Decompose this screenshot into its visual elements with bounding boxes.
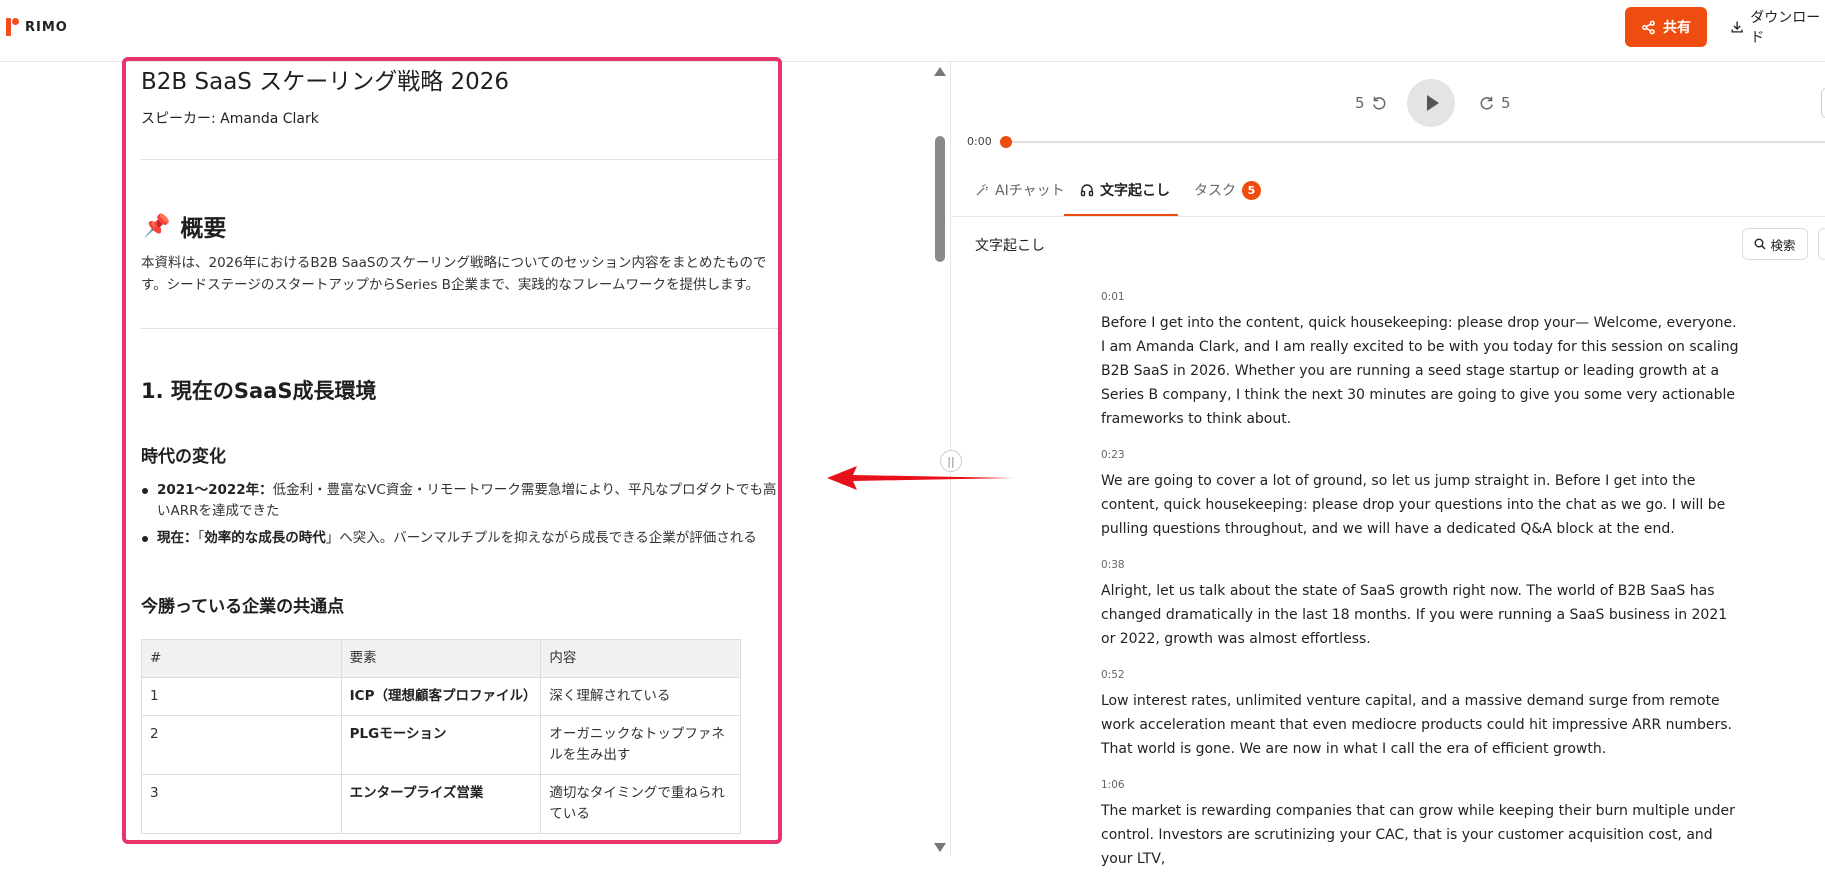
- segment-text: Low interest rates, unlimited venture ca…: [1101, 693, 1733, 757]
- section1-heading: 1. 現在のSaaS成長環境: [141, 379, 377, 403]
- segment-text: We are going to cover a lot of ground, s…: [1101, 473, 1726, 537]
- divider-line: [141, 328, 781, 329]
- segment-text: The market is rewarding companies that c…: [1101, 803, 1735, 867]
- current-time: 0:00: [967, 135, 992, 148]
- active-tab-indicator: [1064, 214, 1178, 216]
- progress-knob[interactable]: [1000, 136, 1012, 148]
- scrollbar-thumb[interactable]: [935, 136, 945, 262]
- search-icon: [1754, 238, 1766, 250]
- audio-player: 5 5 0:00: [951, 62, 1825, 162]
- transcript-segment[interactable]: 1:06 The market is rewarding companies t…: [1101, 777, 1741, 871]
- share-button[interactable]: 共有: [1625, 7, 1707, 47]
- table-cell: 1: [141, 677, 342, 716]
- bullet-label: 2021〜2022年：: [157, 482, 273, 498]
- tab-transcript[interactable]: 文字起こし: [1080, 164, 1170, 216]
- search-label: 検索: [1770, 237, 1796, 253]
- table-header-cell: 要素: [340, 639, 542, 678]
- table-row: 3 エンタープライズ営業 適切なタイミングで重ねられている: [141, 774, 741, 834]
- segment-timestamp[interactable]: 0:38: [1101, 557, 1741, 579]
- table-cell: 2: [141, 715, 342, 775]
- download-button[interactable]: ダウンロード: [1730, 10, 1825, 46]
- bullet-item: 現在：「効率的な成長の時代」へ突入。バーンマルチプルを抑えながら成長できる企業が…: [141, 528, 781, 549]
- logo-text: RIMO: [25, 19, 68, 35]
- logo-icon: [6, 18, 20, 36]
- transcript-segment[interactable]: 0:38 Alright, let us talk about the stat…: [1101, 557, 1741, 651]
- tab-ai-chat[interactable]: AIチャット: [975, 164, 1065, 216]
- document-speaker: スピーカー: Amanda Clark: [141, 111, 319, 127]
- transcript-segment[interactable]: 0:52 Low interest rates, unlimited ventu…: [1101, 667, 1741, 761]
- bullet-text: 」へ突入。バーンマルチプルを抑えながら成長できる企業が評価される: [325, 530, 757, 546]
- skip-back-button[interactable]: 5: [1355, 94, 1387, 112]
- transcript-list: 0:01 Before I get into the content, quic…: [1101, 289, 1741, 887]
- share-icon: [1642, 20, 1655, 34]
- skip-back-seconds: 5: [1355, 94, 1365, 112]
- divider-line: [141, 159, 781, 160]
- tab-tasks[interactable]: タスク 5: [1194, 164, 1261, 216]
- skip-forward-button[interactable]: 5: [1479, 94, 1511, 112]
- transcript-options-button[interactable]: [1818, 228, 1825, 260]
- headphones-icon: [1080, 184, 1094, 197]
- progress-track[interactable]: [1006, 141, 1825, 143]
- red-arrow-annotation: [827, 466, 1013, 490]
- overview-heading: 概要: [180, 216, 227, 242]
- search-button[interactable]: 検索: [1742, 228, 1808, 260]
- play-icon: [1426, 95, 1439, 111]
- sub2-heading: 今勝っている企業の共通点: [141, 597, 345, 617]
- table-header-cell: #: [141, 639, 342, 678]
- overview-text: 本資料は、2026年におけるB2B SaaSのスケーリング戦略についてのセッショ…: [141, 255, 767, 293]
- change-bullet-list: 2021〜2022年：低金利・豊富なVC資金・リモートワーク需要急増により、平凡…: [141, 480, 781, 555]
- bullet-bold-text: 効率的な成長の時代: [204, 530, 326, 546]
- table-row: 2 PLGモーション オーガニックなトップファネルを生み出す: [141, 715, 741, 775]
- player-options-button[interactable]: [1821, 88, 1825, 118]
- tab-label: 文字起こし: [1100, 183, 1170, 199]
- segment-timestamp[interactable]: 0:23: [1101, 447, 1741, 469]
- download-icon: [1731, 21, 1743, 33]
- share-label: 共有: [1663, 20, 1691, 36]
- rimo-logo[interactable]: RIMO: [6, 18, 68, 36]
- magic-wand-icon: [976, 184, 988, 196]
- sub1-heading: 時代の変化: [141, 447, 226, 467]
- table-cell: 3: [141, 774, 342, 834]
- table-cell: オーガニックなトップファネルを生み出す: [540, 715, 741, 775]
- document-panel: B2B SaaS スケーリング戦略 2026 スピーカー: Amanda Cla…: [0, 62, 930, 856]
- tab-bar: AIチャット 文字起こし タスク 5: [951, 164, 1825, 217]
- forward-icon: [1480, 96, 1493, 110]
- download-label: ダウンロード: [1750, 10, 1821, 46]
- segment-timestamp[interactable]: 0:01: [1101, 289, 1741, 311]
- success-factors-table: # 要素 内容 1 ICP（理想顧客プロファイル） 深く理解されている 2 PL…: [141, 639, 741, 834]
- segment-text: Before I get into the content, quick hou…: [1101, 315, 1739, 427]
- segment-timestamp[interactable]: 0:52: [1101, 667, 1741, 689]
- tab-label: AIチャット: [995, 183, 1065, 199]
- table-cell: 適切なタイミングで重ねられている: [540, 774, 741, 834]
- scroll-down-arrow-icon[interactable]: [934, 843, 946, 852]
- scroll-up-arrow-icon[interactable]: [934, 67, 946, 76]
- rewind-icon: [1372, 96, 1385, 110]
- bullet-label: 現在：: [157, 530, 198, 546]
- skip-forward-seconds: 5: [1501, 94, 1511, 112]
- segment-text: Alright, let us talk about the state of …: [1101, 583, 1728, 647]
- overview-heading-row: 📌 概要: [143, 209, 226, 243]
- table-cell: PLGモーション: [340, 715, 542, 775]
- table-cell: 深く理解されている: [540, 677, 741, 716]
- table-cell: ICP（理想顧客プロファイル）: [340, 677, 542, 716]
- pushpin-icon: 📌: [143, 213, 171, 239]
- table-header-row: # 要素 内容: [141, 639, 741, 678]
- transcript-segment[interactable]: 0:01 Before I get into the content, quic…: [1101, 289, 1741, 431]
- transcript-section-label: 文字起こし: [975, 238, 1045, 254]
- table-row: 1 ICP（理想顧客プロファイル） 深く理解されている: [141, 677, 741, 716]
- tab-label: タスク: [1194, 183, 1236, 199]
- transcript-segment[interactable]: 0:23 We are going to cover a lot of grou…: [1101, 447, 1741, 541]
- segment-timestamp[interactable]: 1:06: [1101, 777, 1741, 799]
- task-count-badge: 5: [1242, 180, 1261, 200]
- table-cell: エンタープライズ営業: [340, 774, 542, 834]
- bullet-item: 2021〜2022年：低金利・豊富なVC資金・リモートワーク需要急増により、平凡…: [141, 480, 781, 522]
- table-header-cell: 内容: [540, 639, 741, 678]
- document-title: B2B SaaS スケーリング戦略 2026: [141, 69, 510, 95]
- top-bar: RIMO 共有 ダウンロード: [0, 0, 1825, 62]
- play-button[interactable]: [1407, 79, 1455, 127]
